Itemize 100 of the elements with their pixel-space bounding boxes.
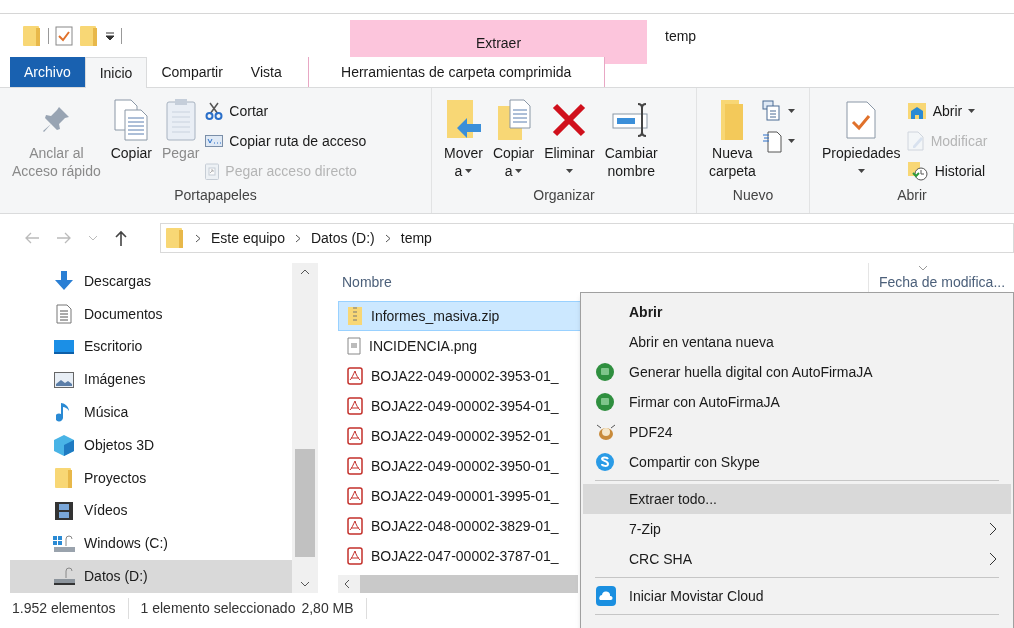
ribbon-button[interactable]: Copiar a — [488, 96, 539, 180]
caret-icon — [787, 139, 795, 143]
cube-icon — [53, 434, 75, 457]
pdf-file-icon — [347, 487, 363, 505]
music-note-icon — [56, 401, 72, 424]
caret-icon — [968, 109, 976, 113]
drive-icon — [52, 533, 76, 554]
properties-icon[interactable] — [55, 26, 73, 46]
group-label: Nuevo — [732, 186, 774, 205]
nav-item[interactable]: Objetos 3D — [10, 429, 292, 462]
window-title: temp — [665, 26, 697, 46]
ribbon-tab[interactable]: Vista — [236, 57, 296, 87]
folder-icon — [54, 467, 74, 490]
horizontal-scrollbar[interactable] — [338, 575, 578, 593]
breadcrumb[interactable]: Datos (D:) — [310, 227, 375, 249]
menu-item[interactable]: Extraer todo... — [583, 484, 1011, 514]
new-item-icon — [761, 100, 782, 122]
nav-item[interactable]: Datos (D:) — [10, 560, 292, 593]
group-label: Abrir — [897, 186, 927, 205]
ribbon-button[interactable]: Mover a — [440, 96, 487, 180]
pdf-file-icon — [347, 517, 363, 535]
skype-icon — [595, 452, 615, 472]
image-file-icon — [347, 337, 361, 355]
caret-icon — [515, 169, 523, 173]
picture-icon — [54, 371, 74, 388]
document-icon — [56, 304, 72, 325]
chevron-up-icon[interactable] — [300, 269, 310, 275]
item-count: 1.952 elementos — [12, 597, 129, 619]
open-folder-icon — [906, 102, 927, 120]
caret-icon — [787, 109, 795, 113]
up-arrow-icon[interactable] — [114, 230, 128, 246]
cloud-icon — [595, 585, 617, 607]
desktop-icon — [53, 338, 75, 356]
nav-item[interactable]: Windows (C:) — [10, 527, 292, 561]
nav-item[interactable]: Escritorio — [10, 330, 292, 364]
ribbon-tab[interactable]: Herramientas de carpeta comprimida — [307, 57, 605, 87]
breadcrumb[interactable]: Este equipo — [211, 227, 285, 249]
ribbon-small-button[interactable]: Cortar — [205, 97, 367, 125]
caret-icon — [465, 169, 473, 173]
column-header[interactable]: Nombre — [338, 271, 868, 293]
address-bar[interactable]: Este equipo Datos (D:) temp — [160, 223, 1014, 253]
ribbon-button[interactable]: Nueva carpeta — [705, 96, 760, 180]
chevron-right-icon — [195, 233, 201, 243]
shortcut-paste-icon — [205, 162, 220, 180]
path-icon — [205, 135, 224, 147]
ribbon-button[interactable]: Propiedades — [818, 96, 905, 180]
caret-icon — [857, 169, 865, 173]
ribbon-tab[interactable]: Archivo — [10, 57, 85, 87]
ribbon-small-button[interactable]: Historial — [906, 157, 988, 185]
folder-icon — [165, 227, 185, 249]
nav-item[interactable]: Imágenes — [10, 363, 292, 397]
properties-icon — [845, 100, 878, 140]
pdf-file-icon — [347, 397, 363, 415]
drive-icon — [52, 566, 76, 587]
nav-item[interactable]: Vídeos — [10, 494, 292, 528]
scrollbar-thumb[interactable] — [295, 449, 315, 557]
group-label: Portapapeles — [174, 186, 257, 205]
easy-access-icon — [761, 129, 782, 153]
history-icon — [906, 161, 929, 181]
film-icon — [54, 500, 74, 521]
customize-icon[interactable] — [105, 31, 115, 41]
ribbon-tab[interactable]: Inicio — [84, 57, 148, 88]
nav-item[interactable]: Música — [10, 396, 292, 429]
ribbon-button[interactable]: Copiar — [106, 96, 156, 162]
selection-info: 1 elemento seleccionado — [139, 598, 296, 618]
menu-item[interactable]: Iniciar Movistar Cloud — [583, 581, 1011, 611]
chevron-down-icon[interactable] — [300, 581, 310, 587]
chevron-right-icon — [384, 233, 391, 243]
chevron-left-icon[interactable] — [344, 579, 350, 589]
chevron-right-icon — [989, 552, 997, 566]
pdf-file-icon — [347, 547, 363, 565]
ribbon-button[interactable]: Eliminar — [540, 96, 599, 180]
ribbon-button[interactable]: Cambiar nombre — [600, 96, 662, 180]
nav-item[interactable]: Proyectos — [10, 461, 292, 495]
ribbon-tab[interactable]: Compartir — [147, 57, 237, 87]
folder-icon — [79, 25, 99, 47]
copy-folder-icon — [495, 98, 532, 142]
seal-icon — [595, 392, 615, 412]
chevron-right-icon — [989, 522, 997, 536]
scissors-icon — [205, 102, 224, 120]
forward-arrow-icon[interactable] — [56, 231, 72, 245]
scrollbar[interactable] — [292, 263, 318, 593]
chevron-right-icon — [294, 233, 301, 243]
delete-icon — [551, 102, 588, 138]
zip-folder-icon — [347, 306, 363, 326]
nav-item[interactable]: Documentos — [10, 297, 292, 331]
pdf-file-icon — [347, 427, 363, 445]
ribbon-small-button[interactable]: Abrir — [906, 97, 988, 125]
back-arrow-icon[interactable] — [24, 231, 40, 245]
folder-icon — [22, 25, 42, 47]
clipboard-icon — [164, 98, 197, 142]
seal-icon — [595, 362, 615, 382]
breadcrumb[interactable]: temp — [400, 227, 432, 249]
sort-chevron-icon — [918, 265, 928, 271]
nav-item[interactable]: Descargas — [10, 265, 292, 298]
ribbon-small-button[interactable]: Copiar ruta de acceso — [205, 127, 367, 155]
pdf-file-icon — [347, 457, 363, 475]
pdf-file-icon — [347, 367, 363, 385]
caret-icon — [565, 169, 573, 173]
selection-size: 2,80 MB — [295, 597, 367, 619]
